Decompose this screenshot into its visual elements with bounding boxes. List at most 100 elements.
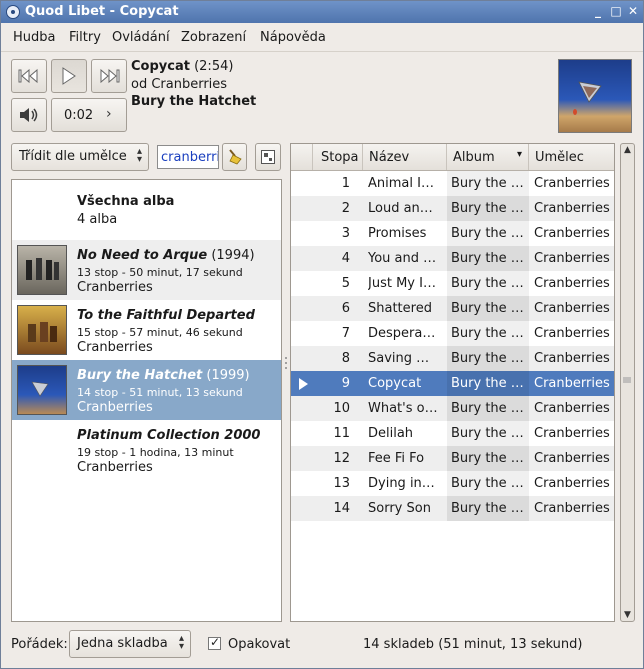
track-row[interactable]: 1 Animal Instinct Bury the Hatchet Cranberr… <box>291 171 614 196</box>
repeat-label[interactable]: Opakovat <box>228 637 290 652</box>
album-item-all[interactable]: Všechna alba 4 alba <box>12 180 281 240</box>
track-album: Bury the Hatchet <box>451 276 525 291</box>
album-title-line: Platinum Collection 2000 <box>77 428 261 443</box>
track-album: Bury the Hatchet <box>451 351 525 366</box>
track-title: Sorry Son <box>368 501 431 516</box>
order-combo-value: Jedna skladba <box>77 636 168 651</box>
album-thumbnail <box>17 365 67 415</box>
track-title: Copycat <box>368 376 422 391</box>
previous-button[interactable] <box>11 59 47 93</box>
track-artist: Cranberries <box>534 376 610 391</box>
track-row[interactable]: 3 Promises Bury the Hatchet Cranberries <box>291 221 614 246</box>
track-number: 3 <box>341 226 350 241</box>
album-view-icon <box>261 150 275 164</box>
sort-combo[interactable]: Třídit dle umělce ▴ ▾ <box>11 143 149 171</box>
now-playing-artist: od Cranberries <box>131 77 228 92</box>
column-header-album[interactable]: Album ▾ <box>447 144 529 170</box>
album-artist: Cranberries <box>77 340 153 355</box>
track-album: Bury the Hatchet <box>451 176 525 191</box>
track-title: You and Me <box>368 251 438 266</box>
album-thumbnail <box>17 245 67 295</box>
track-list[interactable]: Stopa Název Album ▾ Umělec 1 Animal Insti… <box>290 143 615 622</box>
album-item[interactable]: Platinum Collection 2000 19 stop - 1 hod… <box>12 420 281 480</box>
track-row[interactable]: 13 Dying in the Sun Bury the Hatchet Cranbe… <box>291 471 614 496</box>
menu-filtry[interactable]: Filtry <box>69 30 101 45</box>
menu-ovladani[interactable]: Ovládání <box>112 30 170 45</box>
track-album: Bury the Hatchet <box>451 501 525 516</box>
track-title: Fee Fi Fo <box>368 451 425 466</box>
track-number: 1 <box>341 176 350 191</box>
track-artist: Cranberries <box>534 451 610 466</box>
next-button[interactable] <box>91 59 127 93</box>
track-album: Bury the Hatchet <box>451 251 525 266</box>
clear-search-button[interactable] <box>222 143 247 171</box>
volume-button[interactable] <box>11 98 47 132</box>
minimize-button[interactable]: _ <box>590 3 606 19</box>
track-artist: Cranberries <box>534 301 610 316</box>
track-number: 9 <box>341 376 350 391</box>
repeat-checkbox[interactable] <box>208 635 221 650</box>
window-title: Quod Libet - Copycat <box>25 4 179 19</box>
menu-napoveda[interactable]: Nápověda <box>260 30 326 45</box>
track-number: 13 <box>333 476 350 491</box>
album-list[interactable]: Všechna alba 4 alba No Need to Arque (19… <box>11 179 282 622</box>
album-details: 19 stop - 1 hodina, 13 minut <box>77 446 234 459</box>
track-row-playing[interactable]: 9 Copycat Bury the Hatchet Cranberries <box>291 371 614 396</box>
track-row[interactable]: 4 You and Me Bury the Hatchet Cranberries <box>291 246 614 271</box>
column-header-marker[interactable] <box>291 144 313 170</box>
track-artist: Cranberries <box>534 176 610 191</box>
column-header-artist[interactable]: Umělec <box>529 144 614 170</box>
track-row[interactable]: 2 Loud and Clear Bury the Hatchet Cranberri… <box>291 196 614 221</box>
track-artist: Cranberries <box>534 401 610 416</box>
browser-view-button[interactable] <box>255 143 281 171</box>
album-all-count: 4 alba <box>77 212 118 227</box>
track-list-header: Stopa Název Album ▾ Umělec <box>291 144 614 171</box>
order-label: Pořádek: <box>11 637 68 652</box>
track-row[interactable]: 12 Fee Fi Fo Bury the Hatchet Cranberries <box>291 446 614 471</box>
track-title: Just My Imagination <box>368 276 438 291</box>
menu-zobrazeni[interactable]: Zobrazení <box>181 30 246 45</box>
track-row[interactable]: 10 What's on My Mind Bury the Hatchet Cranb… <box>291 396 614 421</box>
column-header-number[interactable]: Stopa <box>313 144 363 170</box>
volume-icon <box>20 108 38 122</box>
close-button[interactable]: ✕ <box>625 3 641 19</box>
combo-arrows-icon: ▴ ▾ <box>178 633 184 652</box>
album-item-selected[interactable]: Bury the Hatchet (1999) 14 stop - 51 min… <box>12 360 281 420</box>
menu-hudba[interactable]: Hudba <box>13 30 56 45</box>
chevron-right-icon: › <box>106 106 112 122</box>
track-row[interactable]: 11 Delilah Bury the Hatchet Cranberries <box>291 421 614 446</box>
track-album: Bury the Hatchet <box>451 451 525 466</box>
playlist-summary: 14 skladeb (51 minut, 13 sekund) <box>363 637 583 652</box>
clear-broom-icon <box>228 149 242 165</box>
album-all-title: Všechna alba <box>77 194 175 209</box>
track-number: 2 <box>341 201 350 216</box>
title-bar[interactable]: Quod Libet - Copycat _ □ ✕ <box>1 1 643 23</box>
order-combo[interactable]: Jedna skladba ▴ ▾ <box>69 630 191 658</box>
menu-bar: Hudba Filtry Ovládání Zobrazení Nápověda <box>1 25 643 52</box>
play-button[interactable] <box>51 59 87 93</box>
seek-button[interactable]: 0:02 › <box>51 98 127 132</box>
track-row[interactable]: 14 Sorry Son Bury the Hatchet Cranberries <box>291 496 614 521</box>
track-row[interactable]: 6 Shattered Bury the Hatchet Cranberries <box>291 296 614 321</box>
scroll-up-icon[interactable]: ▲ <box>623 145 632 155</box>
track-artist: Cranberries <box>534 426 610 441</box>
sort-descending-icon: ▾ <box>516 149 522 160</box>
track-title: Delilah <box>368 426 414 441</box>
position-time: 0:02 <box>64 108 94 123</box>
album-item[interactable]: To the Faithful Departed 15 stop - 57 mi… <box>12 300 281 360</box>
scroll-down-icon[interactable]: ▼ <box>623 610 632 620</box>
pane-splitter-handle[interactable] <box>284 356 288 370</box>
column-header-title[interactable]: Název <box>363 144 447 170</box>
track-number: 11 <box>333 426 350 441</box>
track-row[interactable]: 7 Desperate Andy Bury the Hatchet Cranberri… <box>291 321 614 346</box>
album-cover-image[interactable] <box>558 59 632 133</box>
maximize-button[interactable]: □ <box>608 3 624 19</box>
album-artist: Cranberries <box>77 460 153 475</box>
search-input[interactable]: cranberri <box>157 145 219 169</box>
track-album: Bury the Hatchet <box>451 376 525 391</box>
track-row[interactable]: 8 Saving Grace Bury the Hatchet Cranberries <box>291 346 614 371</box>
album-artist: Cranberries <box>77 400 153 415</box>
album-item[interactable]: No Need to Arque (1994) 13 stop - 50 min… <box>12 240 281 300</box>
track-row[interactable]: 5 Just My Imagination Bury the Hatchet Cran… <box>291 271 614 296</box>
sort-combo-label: Třídit dle umělce <box>19 149 127 164</box>
